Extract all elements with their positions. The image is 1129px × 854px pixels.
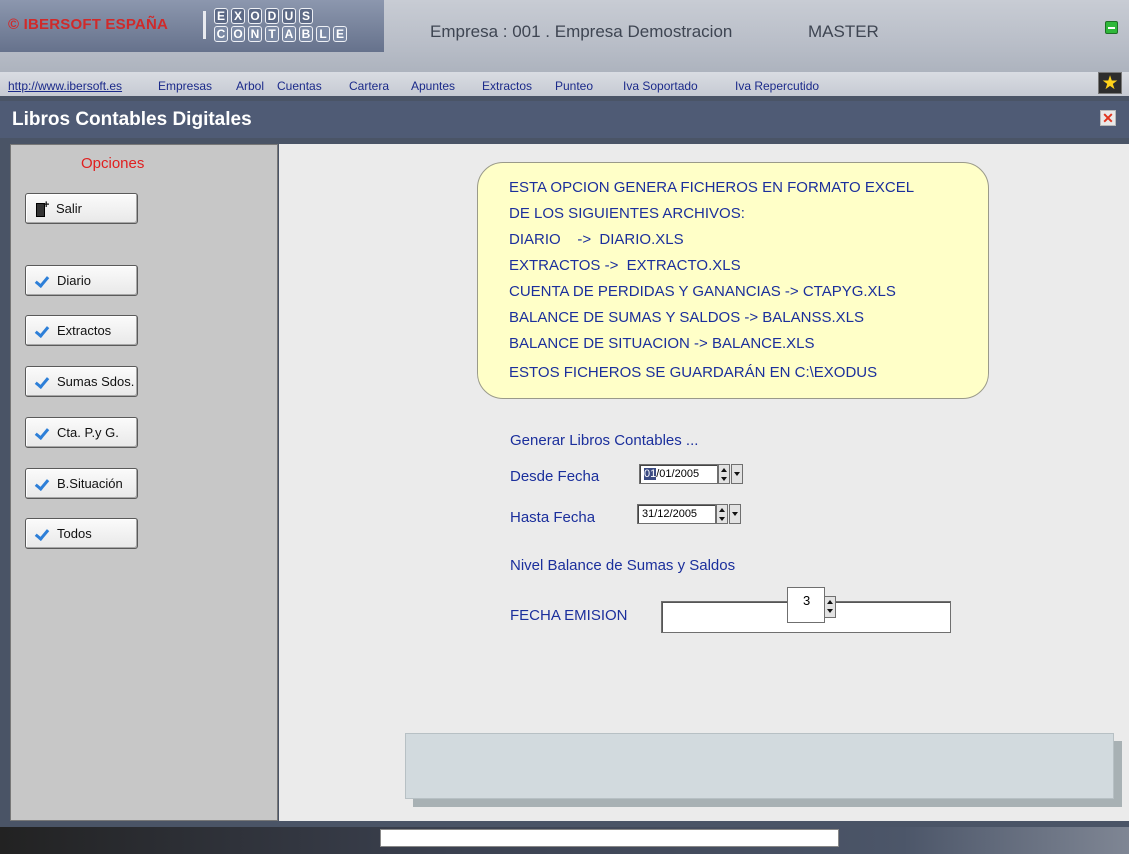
check-icon: [36, 375, 51, 389]
info-line: CUENTA DE PERDIDAS Y GANANCIAS -> CTAPYG…: [509, 283, 896, 300]
check-icon: [36, 274, 51, 288]
sumas-saldos-button[interactable]: Sumas Sdos.: [25, 366, 138, 397]
cta-pyg-label: Cta. P.y G.: [57, 425, 119, 440]
check-icon: [36, 426, 51, 440]
info-line: DE LOS SIGUIENTES ARCHIVOS:: [509, 205, 745, 222]
options-title: Opciones: [81, 155, 145, 172]
logo-letter: O: [231, 26, 245, 42]
menu-item-extractos[interactable]: Extractos: [482, 79, 532, 93]
form-titlebar: Libros Contables Digitales: [0, 101, 1129, 138]
logo-letter: C: [214, 26, 228, 42]
info-box: ESTA OPCION GENERA FICHEROS EN FORMATO E…: [477, 162, 989, 399]
logo-letter: E: [333, 26, 347, 42]
desde-fecha-field[interactable]: 01/01/2005: [639, 464, 718, 484]
app-header: © IBERSOFT ESPAÑA E X O D U S C O N T A …: [0, 0, 1129, 72]
info-line: ESTA OPCION GENERA FICHEROS EN FORMATO E…: [509, 179, 915, 196]
brand-strip: © IBERSOFT ESPAÑA E X O D U S C O N T A …: [0, 0, 384, 52]
exodus-logo: E X O D U S C O N T A B L E: [214, 8, 347, 44]
desde-day-selected: 01: [644, 468, 657, 480]
logo-letter: T: [265, 26, 279, 42]
menu-item-cartera[interactable]: Cartera: [349, 79, 389, 93]
menu-item-apuntes[interactable]: Apuntes: [411, 79, 455, 93]
brand-separator: [203, 11, 206, 39]
info-line: DIARIO -> DIARIO.XLS: [509, 231, 684, 248]
logo-letter: N: [248, 26, 262, 42]
hasta-fecha-label: Hasta Fecha: [510, 509, 596, 526]
form-title: Libros Contables Digitales: [12, 109, 252, 130]
logo-row-exodus: E X O D U S: [214, 8, 347, 24]
diario-button[interactable]: Diario: [25, 265, 138, 296]
taskbar-field[interactable]: [380, 829, 839, 847]
empresa-label: Empresa : 001 . Empresa Demostracion: [430, 22, 733, 41]
user-label: MASTER: [808, 22, 879, 41]
star-icon[interactable]: ★: [1098, 72, 1122, 94]
hasta-fecha-field[interactable]: 31/12/2005: [637, 504, 716, 524]
status-panel: [405, 733, 1114, 799]
menu-item-iva-repercutido[interactable]: Iva Repercutido: [735, 79, 819, 93]
main-panel: ESTA OPCION GENERA FICHEROS EN FORMATO E…: [279, 144, 1129, 821]
menu-item-punteo[interactable]: Punteo: [555, 79, 593, 93]
desde-fecha-label: Desde Fecha: [510, 468, 600, 485]
check-icon: [36, 324, 51, 338]
logo-letter: U: [282, 8, 296, 24]
extractos-button[interactable]: Extractos: [25, 315, 138, 346]
logo-letter: B: [299, 26, 313, 42]
logo-letter: O: [248, 8, 262, 24]
minimize-icon[interactable]: [1105, 21, 1118, 34]
info-line: BALANCE DE SITUACION -> BALANCE.XLS: [509, 335, 815, 352]
salir-button[interactable]: Salir: [25, 193, 138, 224]
info-line: EXTRACTOS -> EXTRACTO.XLS: [509, 257, 741, 274]
menu-item-arbol[interactable]: Arbol: [236, 79, 264, 93]
bottom-taskbar: [0, 827, 1129, 854]
salir-label: Salir: [56, 201, 83, 216]
menu-item-website[interactable]: http://www.ibersoft.es: [8, 79, 122, 93]
diario-label: Diario: [57, 273, 91, 288]
info-line: BALANCE DE SUMAS Y SALDOS -> BALANSS.XLS: [509, 309, 865, 326]
options-panel: Opciones Salir Diario Extractos Sumas Sd…: [10, 144, 278, 821]
generar-label: Generar Libros Contables ...: [510, 432, 699, 449]
cta-pyg-button[interactable]: Cta. P.y G.: [25, 417, 138, 448]
nivel-spin-icon[interactable]: [824, 596, 836, 618]
logo-letter: D: [265, 8, 279, 24]
extractos-label: Extractos: [57, 323, 112, 338]
sumas-saldos-label: Sumas Sdos.: [57, 374, 135, 389]
hasta-dropdown-icon[interactable]: [729, 504, 741, 524]
b-situacion-label: B.Situación: [57, 476, 123, 491]
desde-dropdown-icon[interactable]: [731, 464, 743, 484]
company-brand: © IBERSOFT ESPAÑA: [8, 16, 169, 33]
close-icon[interactable]: ✕: [1100, 110, 1116, 126]
menu-bar: http://www.ibersoft.es Empresas Arbol Cu…: [0, 72, 1129, 96]
menu-item-empresas[interactable]: Empresas: [158, 79, 212, 93]
logo-letter: E: [214, 8, 228, 24]
logo-letter: A: [282, 26, 296, 42]
todos-button[interactable]: Todos: [25, 518, 138, 549]
logo-letter: X: [231, 8, 245, 24]
hasta-spin-icon[interactable]: [716, 504, 728, 524]
info-line: ESTOS FICHEROS SE GUARDARÁN EN C:\EXODUS: [509, 364, 878, 381]
desde-date-rest: /01/2005: [656, 468, 700, 480]
exit-icon: [36, 199, 50, 217]
fecha-emision-label: FECHA EMISION: [510, 607, 628, 624]
check-icon: [36, 477, 51, 491]
logo-row-contable: C O N T A B L E: [214, 26, 347, 42]
desde-spin-icon[interactable]: [718, 464, 730, 484]
nivel-balance-field[interactable]: 3: [787, 587, 825, 623]
logo-letter: S: [299, 8, 313, 24]
nivel-balance-label: Nivel Balance de Sumas y Saldos: [510, 557, 736, 574]
logo-letter: L: [316, 26, 330, 42]
b-situacion-button[interactable]: B.Situación: [25, 468, 138, 499]
menu-item-cuentas[interactable]: Cuentas: [277, 79, 322, 93]
check-icon: [36, 527, 51, 541]
menu-item-iva-soportado[interactable]: Iva Soportado: [623, 79, 698, 93]
todos-label: Todos: [57, 526, 92, 541]
